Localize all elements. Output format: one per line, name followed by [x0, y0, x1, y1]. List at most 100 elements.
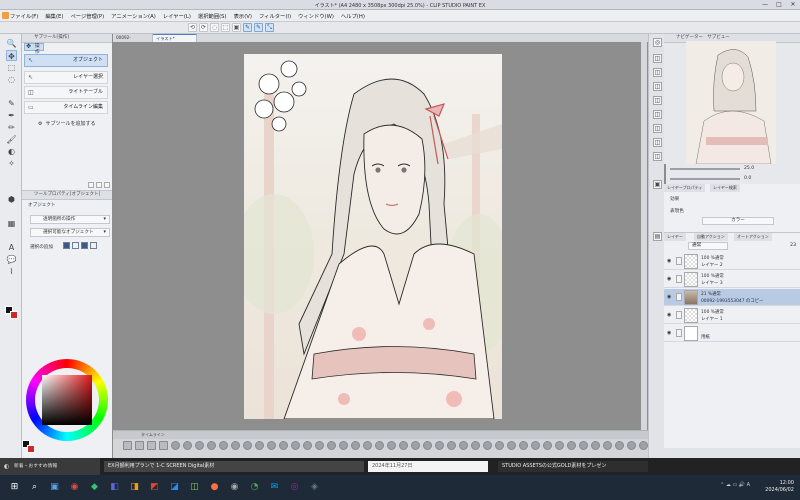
saturation-value-square[interactable] — [42, 375, 92, 425]
timeline-frame[interactable] — [183, 441, 192, 450]
layer-row[interactable]: ◉ 21 %通常 00092-1993553047 のコピー — [664, 289, 800, 306]
angle-slider[interactable] — [670, 178, 740, 180]
timeline-frame[interactable] — [543, 441, 552, 450]
timeline-frame[interactable] — [267, 441, 276, 450]
lock-toggle[interactable] — [676, 275, 682, 283]
material-icon[interactable]: ◫ — [653, 152, 662, 161]
menu-animation[interactable]: アニメーション(A) — [111, 12, 156, 20]
material-icon[interactable]: ◫ — [653, 54, 662, 63]
news-button[interactable]: ◐ 新着・おすすめ情報 — [0, 458, 100, 475]
material-icon[interactable]: ◫ — [653, 138, 662, 147]
lock-toggle[interactable] — [676, 311, 682, 319]
sub-tool-object[interactable]: ↖ オブジェクト — [24, 54, 108, 67]
taskbar-app-icon[interactable]: ● — [208, 481, 221, 494]
menu-edit[interactable]: 編集(E) — [45, 12, 63, 20]
minimize-button[interactable]: — — [760, 1, 770, 9]
snap-grid-icon[interactable]: ⤡ — [265, 23, 274, 32]
clear-selection-icon[interactable]: ⬚ — [221, 23, 230, 32]
layer-toggle-icon[interactable]: ▤ — [653, 232, 662, 241]
snap-special-ruler-icon[interactable]: ✎ — [254, 23, 263, 32]
search-icon[interactable]: ⌕ — [28, 481, 41, 494]
blend-mode-select[interactable]: 通常 — [688, 242, 728, 250]
eye-icon[interactable]: ◉ — [667, 294, 671, 300]
undo-icon[interactable]: ⟲ — [188, 23, 197, 32]
lock-toggle[interactable] — [676, 293, 682, 301]
timeline-frame[interactable] — [363, 441, 372, 450]
close-button[interactable]: ✕ — [788, 1, 798, 9]
taskbar-app-icon[interactable]: ✉ — [268, 481, 281, 494]
select-add-option[interactable] — [72, 242, 79, 249]
menu-window[interactable]: ウィンドウ(W) — [298, 12, 334, 20]
operation-tool-icon[interactable]: ✥ — [6, 50, 17, 61]
timeline-frame[interactable] — [195, 441, 204, 450]
timeline-frame[interactable] — [387, 441, 396, 450]
timeline-frame[interactable] — [423, 441, 432, 450]
opacity-value[interactable]: 23 — [790, 243, 796, 248]
sub-tool-timeline-edit[interactable]: ▭ タイムライン編集 — [24, 101, 108, 114]
timeline-frame[interactable] — [255, 441, 264, 450]
timeline-frame[interactable] — [303, 441, 312, 450]
timeline-frame[interactable] — [615, 441, 624, 450]
timeline-frame[interactable] — [375, 441, 384, 450]
taskbar-app-icon[interactable]: ◩ — [148, 481, 161, 494]
lock-toggle[interactable] — [676, 329, 682, 337]
taskbar-app-icon[interactable]: ◉ — [68, 481, 81, 494]
taskbar-app-icon[interactable]: ▣ — [48, 481, 61, 494]
timeline-frame[interactable] — [579, 441, 588, 450]
tab-layer-property[interactable]: レイヤープロパティ — [664, 184, 706, 192]
sub-tool-layer-select[interactable]: ↖ レイヤー選択 — [24, 71, 108, 84]
line-tool-icon[interactable]: ⌇ — [6, 266, 17, 277]
tab-layer[interactable]: レイヤー — [664, 233, 686, 241]
timeline-frame[interactable] — [171, 441, 180, 450]
timeline-frame[interactable] — [219, 441, 228, 450]
expression-color-select[interactable]: カラー — [702, 217, 774, 225]
menu-filter[interactable]: フィルター(I) — [259, 12, 291, 20]
canvas-scrollbar[interactable] — [641, 42, 647, 430]
lasso-tool-icon[interactable]: ◌ — [6, 74, 17, 85]
timeline-frame[interactable] — [291, 441, 300, 450]
timeline-frame[interactable] — [531, 441, 540, 450]
redo-icon[interactable]: ⟳ — [199, 23, 208, 32]
navigator-toggle-icon[interactable]: ◎ — [653, 38, 662, 47]
timeline-frame[interactable] — [279, 441, 288, 450]
zoom-tool-icon[interactable]: 🔍 — [6, 38, 17, 49]
taskbar-app-icon[interactable]: ◪ — [168, 481, 181, 494]
layer-property-toggle-icon[interactable]: ▣ — [653, 180, 662, 189]
timeline-frame[interactable] — [627, 441, 636, 450]
timeline-frame[interactable] — [447, 441, 456, 450]
tab-auto-action-2[interactable]: オートアクション — [734, 233, 772, 241]
start-icon[interactable]: ⊞ — [8, 481, 21, 494]
material-icon[interactable]: ◫ — [653, 82, 662, 91]
color-wheel-sub-swatch[interactable] — [27, 445, 35, 453]
material-icon[interactable]: ◫ — [653, 124, 662, 133]
taskbar-app-icon[interactable]: ◔ — [248, 481, 261, 494]
timeline-frame[interactable] — [135, 441, 144, 450]
timeline-frame[interactable] — [147, 441, 156, 450]
text-tool-icon[interactable]: A — [6, 242, 17, 253]
menu-select[interactable]: 選択範囲(S) — [198, 12, 227, 20]
brush-tool-icon[interactable]: ✏ — [6, 122, 17, 133]
timeline-frame[interactable] — [339, 441, 348, 450]
sub-tool-delete-icon[interactable] — [104, 182, 110, 188]
timeline-frame[interactable] — [639, 441, 648, 450]
layer-row[interactable]: ◉ 用紙 — [664, 325, 800, 342]
blend-tool-icon[interactable]: ◐ — [6, 146, 17, 157]
add-sub-tool-button[interactable]: ⚙ サブツールを追加する — [38, 120, 96, 127]
menu-page[interactable]: ページ管理(P) — [70, 12, 104, 20]
menu-layer[interactable]: レイヤー(L) — [163, 12, 191, 20]
taskbar-app-icon[interactable]: ◨ — [128, 481, 141, 494]
layer-row[interactable]: ◉ 100 %通常 レイヤー 2 — [664, 253, 800, 270]
lock-toggle[interactable] — [676, 257, 682, 265]
menu-file[interactable]: ファイル(F) — [10, 12, 38, 20]
timeline-frame[interactable] — [123, 441, 132, 450]
select-add-option[interactable] — [90, 242, 97, 249]
timeline-frame[interactable] — [603, 441, 612, 450]
sub-tool-group[interactable]: ✥ 操作 — [24, 43, 44, 55]
taskbar-app-icon[interactable]: ◉ — [228, 481, 241, 494]
tab-navigator[interactable]: ナビゲーター — [676, 35, 703, 40]
taskbar-app-icon[interactable]: ◈ — [308, 481, 321, 494]
show-area-icon[interactable]: ▣ — [232, 23, 241, 32]
taskbar-app-icon[interactable]: ◫ — [188, 481, 201, 494]
timeline-frame[interactable] — [591, 441, 600, 450]
snap-ruler-icon[interactable]: ✎ — [243, 23, 252, 32]
